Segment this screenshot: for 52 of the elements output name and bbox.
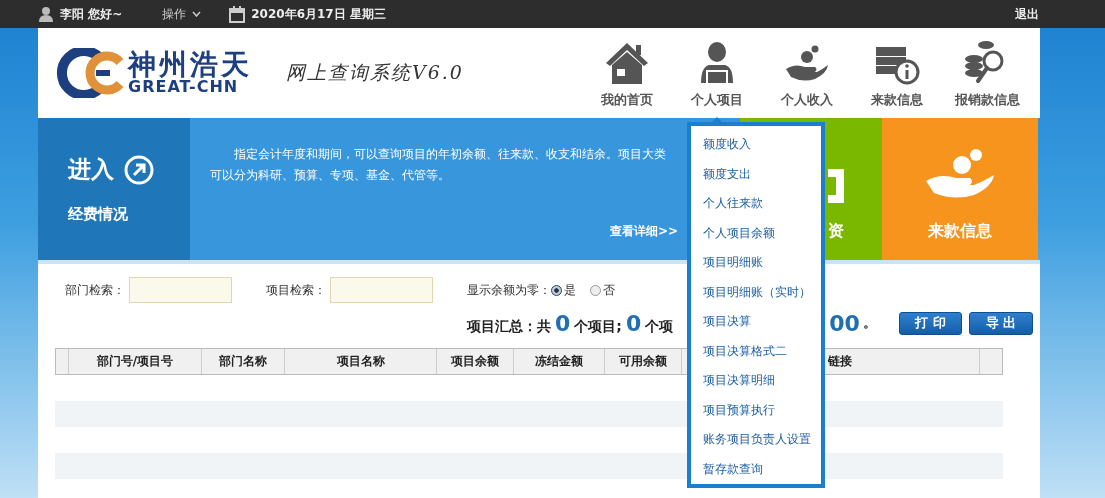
logo-subtitle: GREAT-CHN — [128, 79, 239, 95]
nav-item[interactable]: 个人项目 — [672, 28, 762, 118]
amount-value: 00 — [829, 310, 860, 336]
zero-balance-label: 显示余额为零： — [467, 281, 551, 299]
column-header: 部门号/项目号 — [96, 353, 174, 370]
menu-item[interactable]: 账务项目负责人设置 — [703, 425, 821, 455]
nav-item[interactable]: 来款信息 — [852, 28, 942, 118]
project-search-label: 项目检索： — [266, 281, 326, 299]
funding-tile[interactable]: 进入 经费情况 — [38, 118, 190, 260]
logo-icon — [56, 48, 126, 98]
nav-item[interactable]: 报销款信息 — [942, 28, 1032, 118]
calendar-icon — [229, 5, 246, 23]
operations-menu[interactable]: 操作 — [162, 5, 187, 23]
column-header: 项目名称 — [336, 353, 385, 370]
radio-option[interactable]: 是 — [551, 281, 576, 299]
column-header: 冻结金额 — [535, 353, 583, 370]
logout-link[interactable]: 退出 — [1015, 5, 1039, 23]
arrow-circle-icon — [124, 154, 154, 185]
logo-name: 神州浩天 — [128, 51, 252, 79]
dept-search-field[interactable] — [129, 277, 232, 303]
action-button[interactable]: 打 印 — [898, 311, 963, 335]
icon-fragment — [828, 169, 844, 203]
column-header: 链接 — [828, 353, 852, 370]
project-search-field[interactable] — [330, 277, 433, 303]
menu-item[interactable]: 项目明细账（实时） — [703, 277, 821, 307]
radio-option[interactable]: 否 — [590, 281, 615, 299]
dept-search-label: 部门检索： — [65, 281, 125, 299]
system-title: 网上查询系统V6.0 — [286, 60, 464, 85]
user-greeting: 李阳 您好~ — [60, 5, 123, 23]
menu-item[interactable]: 个人项目余额 — [703, 218, 821, 248]
menu-item[interactable]: 项目决算 — [703, 307, 821, 337]
menu-item[interactable]: 额度支出 — [703, 159, 821, 189]
summary-text: 项目汇总：共 0 个项目; 0 个项 — [467, 310, 674, 336]
period-text: 。 — [862, 314, 877, 332]
user-icon — [38, 6, 54, 22]
action-button[interactable]: 导 出 — [969, 311, 1033, 335]
column-header: 部门名称 — [219, 353, 267, 370]
menu-item[interactable]: 项目决算格式二 — [703, 336, 821, 366]
caret-icon — [192, 11, 202, 17]
menu-item[interactable]: 暂存款查询 — [703, 454, 821, 484]
menu-item[interactable]: 个人往来款 — [703, 189, 821, 219]
nav-item[interactable]: 个人收入 — [762, 28, 852, 118]
house-icon — [604, 41, 650, 85]
column-header: 项目余额 — [451, 353, 499, 370]
menu-item[interactable]: 额度收入 — [703, 130, 821, 160]
column-header: 可用余额 — [619, 353, 667, 370]
description-text: 指定会计年度和期间，可以查询项目的年初余额、往来款、收支和结余。项目大类可以分为科研、预算、专项、基金、代管等。 — [210, 146, 667, 184]
nav-item[interactable]: 我的首页 — [582, 28, 672, 118]
menu-item[interactable]: 项目预算执行 — [703, 395, 821, 425]
menu-item[interactable]: 项目明细账 — [703, 248, 821, 278]
menu-item[interactable]: 项目决算明细 — [703, 366, 821, 396]
current-date: 2020年6月17日 星期三 — [251, 5, 386, 23]
